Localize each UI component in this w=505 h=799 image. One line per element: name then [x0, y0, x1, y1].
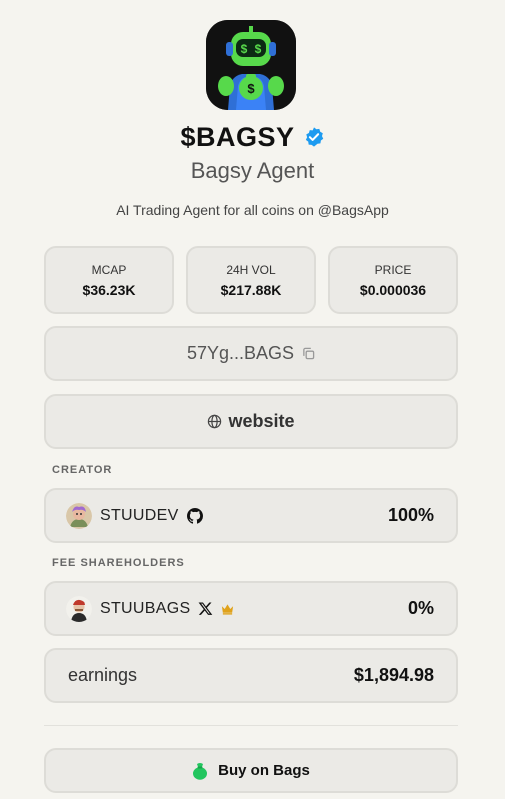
earnings-label: earnings: [68, 665, 138, 685]
svg-text:$: $: [255, 42, 262, 56]
stat-label: PRICE: [374, 262, 412, 277]
stat-value: $0.000036: [359, 281, 427, 298]
buy-on-bags-button[interactable]: Buy on Bags: [44, 748, 458, 793]
earnings-row: earnings $1,894.98: [44, 648, 458, 703]
stat-value: $217.88K: [220, 281, 282, 298]
creator-avatar: [66, 502, 92, 529]
creator-share: 100%: [387, 505, 434, 525]
website-button[interactable]: website: [44, 394, 458, 449]
creator-row[interactable]: STUUDEV 100%: [44, 488, 458, 543]
contract-address-text: 57Yg...BAGS: [186, 343, 295, 363]
shareholder-row[interactable]: STUUBAGS 0%: [44, 581, 458, 636]
copy-icon: [303, 347, 315, 360]
svg-text:$: $: [241, 42, 248, 56]
earnings-value: $1,894.98: [353, 665, 434, 685]
shareholder-name: STUUBAGS: [100, 599, 191, 617]
creator-name: STUUDEV: [100, 506, 179, 524]
x-icon[interactable]: [198, 601, 213, 616]
stat-value: $36.23K: [82, 281, 136, 298]
creator-section-label: CREATOR: [52, 464, 113, 476]
website-label: website: [228, 411, 295, 431]
token-name: Bagsy Agent: [190, 158, 315, 183]
money-bag-icon: [193, 762, 208, 780]
contract-address-button[interactable]: 57Yg...BAGS: [44, 326, 458, 381]
token-logo: $ $ $: [206, 20, 296, 110]
token-ticker: $BAGSY: [180, 121, 295, 152]
token-title-row: $BAGSY: [0, 120, 505, 154]
fee-shareholders-section-label: FEE SHAREHOLDERS: [52, 557, 185, 569]
buy-label: Buy on Bags: [218, 762, 310, 779]
divider: [44, 725, 458, 726]
crown-icon: [221, 603, 234, 615]
svg-text:$: $: [247, 81, 255, 96]
token-description: AI Trading Agent for all coins on @BagsA…: [116, 202, 389, 218]
stat-price: PRICE $0.000036: [328, 246, 458, 314]
robot-icon: $ $ $: [206, 20, 296, 110]
globe-icon: [208, 414, 222, 429]
stat-label: 24H VOL: [226, 262, 276, 277]
stat-mcap: MCAP $36.23K: [44, 246, 174, 314]
shareholder-avatar: [66, 595, 92, 622]
stat-label: MCAP: [91, 262, 127, 277]
verified-badge-icon: [305, 127, 323, 147]
stat-24h-vol: 24H VOL $217.88K: [186, 246, 316, 314]
github-icon[interactable]: [186, 507, 203, 524]
shareholder-share: 0%: [407, 598, 434, 618]
